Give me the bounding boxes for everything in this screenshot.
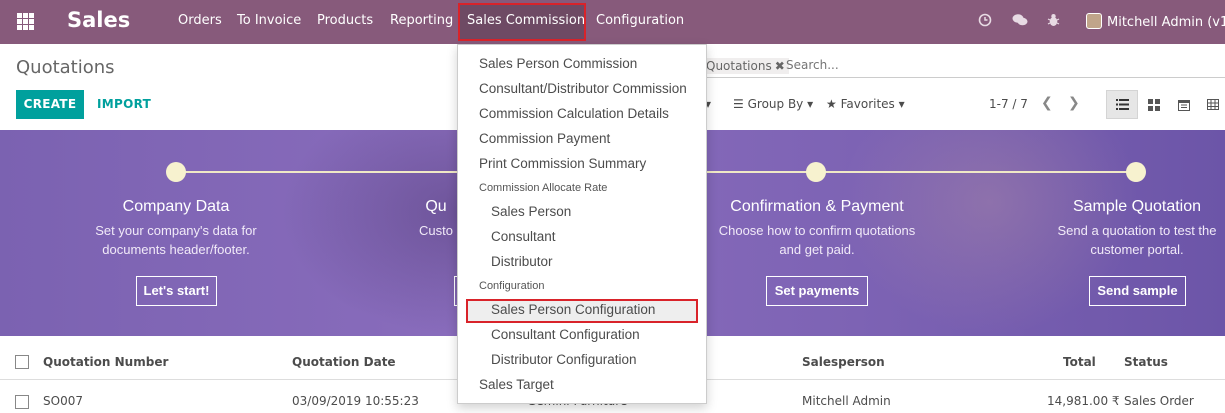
menu-to-invoice[interactable]: To Invoice [237, 13, 301, 28]
cell-total: 14,981.00 ₹ [1047, 394, 1120, 408]
activity-clock-icon[interactable] [978, 13, 992, 31]
menu-sales-commission[interactable]: Sales Commission [467, 13, 585, 28]
cell-salesperson: Mitchell Admin [802, 394, 891, 408]
menu-orders[interactable]: Orders [178, 13, 222, 28]
menu-reporting[interactable]: Reporting [390, 13, 453, 28]
column-status[interactable]: Status [1124, 355, 1168, 369]
user-name: Mitchell Admin (v12 [1107, 15, 1225, 30]
calendar-view-button[interactable] [1168, 90, 1200, 119]
menu-item-sales-person-commission[interactable]: Sales Person Commission [479, 56, 637, 71]
create-button[interactable]: CREATE [16, 90, 84, 119]
menu-item-sales-person-configuration[interactable]: Sales Person Configuration [491, 302, 655, 317]
step-title: Company Data [122, 198, 230, 215]
menu-item-rate-distributor[interactable]: Distributor [491, 254, 553, 269]
pager-next-icon[interactable]: ❯ [1068, 95, 1080, 111]
kanban-view-icon [1148, 98, 1160, 111]
calendar-view-icon [1178, 99, 1190, 111]
list-icon: ☰ [733, 97, 744, 111]
step-company-data: Company Data Set your company's data for… [46, 198, 306, 259]
menu-item-rate-consultant[interactable]: Consultant [491, 229, 556, 244]
pager-value[interactable]: 1-7 / 7 [989, 97, 1028, 111]
menu-item-commission-calculation-details[interactable]: Commission Calculation Details [479, 106, 669, 121]
menu-item-distributor-configuration[interactable]: Distributor Configuration [491, 352, 637, 367]
menu-item-commission-payment[interactable]: Commission Payment [479, 131, 610, 146]
chat-icon[interactable] [1012, 13, 1028, 31]
menu-item-consultant-distributor-commission[interactable]: Consultant/Distributor Commission [479, 81, 687, 96]
step-sample-quotation: Sample Quotation Send a quotation to tes… [1007, 198, 1225, 259]
cell-number: SO007 [43, 394, 83, 408]
step-title: Confirmation & Payment [730, 198, 904, 215]
kanban-view-button[interactable] [1138, 90, 1170, 119]
search-facet[interactable]: Quotations ✖ [706, 58, 789, 74]
group-by-label: Group By [747, 97, 804, 111]
user-menu[interactable]: Mitchell Admin (v12 [1086, 13, 1225, 30]
search-input[interactable] [786, 58, 986, 72]
step-dot [166, 162, 186, 182]
star-icon: ★ [826, 97, 837, 111]
favorites-dropdown[interactable]: ★ Favorites ▾ [826, 97, 905, 111]
page-title: Quotations [16, 57, 115, 78]
apps-menu-icon[interactable] [17, 13, 34, 30]
top-navbar: Sales Orders To Invoice Products Reporti… [0, 0, 1225, 44]
sales-commission-dropdown: Sales Person Commission Consultant/Distr… [457, 44, 707, 404]
menu-item-rate-sales-person[interactable]: Sales Person [491, 204, 571, 219]
step-description: Choose how to confirm quotations and get … [718, 223, 916, 257]
send-sample-button[interactable]: Send sample [1089, 276, 1186, 306]
menu-item-print-commission-summary[interactable]: Print Commission Summary [479, 156, 646, 171]
avatar [1086, 13, 1102, 29]
app-title: Sales [67, 8, 131, 32]
remove-facet-icon[interactable]: ✖ [775, 59, 785, 73]
search-underline [700, 77, 1225, 78]
row-checkbox[interactable] [15, 395, 29, 409]
pivot-view-icon [1207, 99, 1219, 110]
menu-products[interactable]: Products [317, 13, 373, 28]
search-facet-label: Quotations [706, 59, 772, 73]
column-total[interactable]: Total [1063, 355, 1096, 369]
cell-date: 03/09/2019 10:55:23 [292, 394, 419, 408]
step-description: Set your company's data for documents hea… [95, 223, 257, 257]
menu-configuration[interactable]: Configuration [596, 13, 684, 28]
select-all-checkbox[interactable] [15, 355, 29, 369]
pivot-view-button[interactable] [1197, 90, 1225, 119]
step-description: Send a quotation to test the customer por… [1057, 223, 1217, 257]
favorites-label: Favorites [840, 97, 895, 111]
set-payments-button[interactable]: Set payments [766, 276, 868, 306]
menu-section-configuration: Configuration [479, 280, 545, 292]
import-button[interactable]: IMPORT [97, 90, 151, 119]
lets-start-button[interactable]: Let's start! [136, 276, 217, 306]
menu-item-sales-target[interactable]: Sales Target [479, 377, 554, 392]
column-quotation-number[interactable]: Quotation Number [43, 355, 168, 369]
debug-bug-icon[interactable] [1047, 13, 1060, 31]
column-salesperson[interactable]: Salesperson [802, 355, 885, 369]
list-view-button[interactable] [1106, 90, 1138, 119]
step-dot [806, 162, 826, 182]
column-quotation-date[interactable]: Quotation Date [292, 355, 396, 369]
group-by-dropdown[interactable]: ☰ Group By ▾ [733, 97, 813, 111]
pager-previous-icon[interactable]: ❮ [1041, 95, 1053, 111]
step-confirmation-payment: Confirmation & Payment Choose how to con… [687, 198, 947, 259]
step-title: Sample Quotation [1072, 198, 1202, 215]
cell-status: Sales Order [1124, 394, 1194, 408]
step-dot [1126, 162, 1146, 182]
menu-section-commission-allocate-rate: Commission Allocate Rate [479, 182, 608, 194]
list-view-icon [1115, 99, 1129, 110]
menu-item-consultant-configuration[interactable]: Consultant Configuration [491, 327, 640, 342]
